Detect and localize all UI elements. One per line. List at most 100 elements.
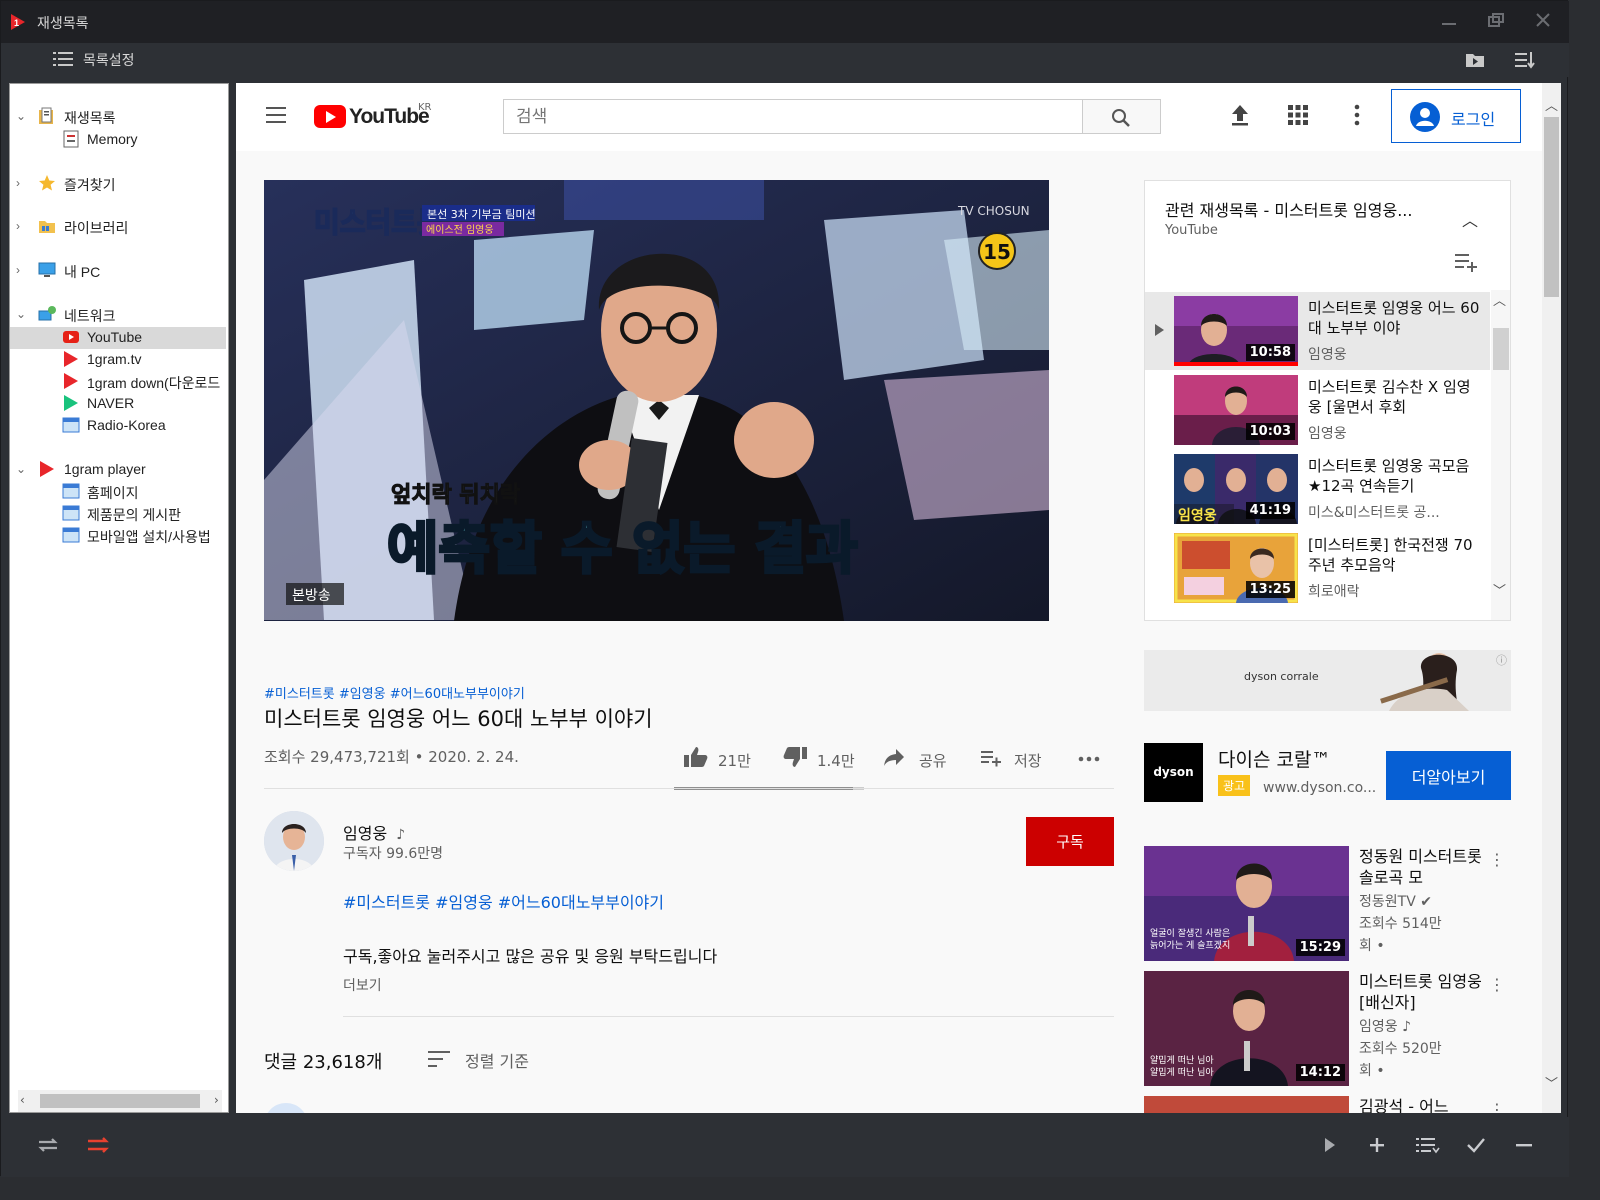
scroll-right-icon[interactable]: › [214, 1093, 219, 1107]
ad-row[interactable]: dyson 다이슨 코랄™ 광고 www.dyson.co... 더알아보기 [1144, 743, 1511, 803]
sidebar-horizontal-scrollbar[interactable]: ‹ › [18, 1090, 222, 1112]
tree-item-naver[interactable]: NAVER [10, 393, 228, 415]
playlist-item[interactable]: 10:03 미스터트롯 김수찬 X 임영웅 [울면서 후회 임영웅 [1145, 371, 1490, 449]
tree-item-favorites[interactable]: › 즐겨찾기 [10, 173, 228, 195]
tree-item-youtube[interactable]: YouTube [10, 327, 226, 349]
tree-item-library[interactable]: › 라이브러리 [10, 216, 228, 238]
search-field[interactable] [503, 99, 1083, 134]
scrollbar-thumb[interactable] [1493, 328, 1509, 370]
scroll-down-icon[interactable]: ﹀ [1493, 580, 1506, 599]
playlist-menu-icon[interactable] [1414, 1133, 1440, 1157]
login-button[interactable]: 로그인 [1391, 89, 1521, 143]
tree-item-my-pc[interactable]: › 내 PC [10, 260, 228, 282]
restore-button[interactable] [1482, 9, 1510, 35]
apps-grid-icon[interactable] [1284, 101, 1312, 129]
web-icon [62, 505, 80, 521]
tree-item-radio-korea[interactable]: Radio-Korea [10, 415, 228, 437]
youtube-header: YouTube KR 로그인 [236, 83, 1542, 151]
search-input[interactable] [504, 100, 1074, 133]
scroll-up-icon[interactable]: ︿ [1493, 290, 1506, 309]
chevron-right-icon[interactable]: › [16, 219, 28, 233]
more-vert-icon[interactable]: ⋮ [1489, 975, 1505, 995]
chevron-down-icon[interactable]: ⌄ [16, 307, 28, 321]
playlist-item[interactable]: 임영웅 41:19 미스터트롯 임영웅 곡모음 ★12곡 연속듣기 미스&미스터… [1145, 450, 1490, 528]
chevron-right-icon[interactable]: › [16, 176, 28, 190]
svg-text:얄밉게 떠난 님아: 얄밉게 떠난 님아 [1150, 1054, 1214, 1066]
tree-item-homepage[interactable]: 홈페이지 [10, 481, 228, 503]
tree-item-network[interactable]: ⌄ 네트워크 [10, 304, 228, 326]
thumbs-up-icon [684, 747, 708, 767]
related-video[interactable]: 얄밉게 떠난 님아 얄밉게 떠난 님아 14:12 미스터트롯 임영웅 [배신자]… [1144, 971, 1514, 1087]
learn-more-button[interactable]: 더알아보기 [1386, 751, 1511, 800]
video-badge-line2: 에이스전 임영웅 [426, 223, 494, 236]
scroll-up-icon[interactable]: ︿ [1545, 95, 1558, 114]
tree-item-1gram-tv[interactable]: 1gram.tv [10, 349, 228, 371]
page-scrollbar[interactable]: ︿ ﹀ [1542, 83, 1561, 1113]
list-settings-button[interactable]: 목록설정 [83, 50, 135, 70]
related-views: 조회수 520만 [1359, 1041, 1442, 1057]
more-actions-button[interactable] [1076, 745, 1106, 773]
account-icon [1410, 102, 1440, 132]
channel-name[interactable]: 임영웅 [343, 824, 387, 843]
more-vert-icon[interactable] [1343, 101, 1371, 129]
more-vert-icon[interactable]: ⋮ [1489, 850, 1505, 870]
playlist-item[interactable]: 13:25 [미스터트롯] 한국전쟁 70주년 추모음악 희로애락 [1145, 529, 1490, 607]
video-hashtags[interactable]: #미스터트롯 #임영웅 #어느60대노부부이야기 [264, 683, 525, 702]
chevron-down-icon[interactable]: ⌄ [16, 462, 28, 476]
scrollbar-thumb[interactable] [40, 1094, 200, 1108]
description-hashtags[interactable]: #미스터트롯 #임영웅 #어느60대노부부이야기 [343, 889, 664, 913]
related-video[interactable]: 김광석 - 어느 ⋮ [1144, 1096, 1514, 1113]
video-meta: 조회수 29,473,721회 • 2020. 2. 24. [264, 748, 519, 766]
chevron-down-icon[interactable]: ⌄ [16, 109, 28, 123]
toolbar: 목록설정 [1, 43, 1569, 77]
minimize-button[interactable] [1435, 9, 1463, 35]
tree-item-1gram-player[interactable]: ⌄ 1gram player [10, 459, 228, 481]
tree-item-playlist[interactable]: ⌄ 재생목록 [10, 106, 228, 128]
check-icon[interactable] [1463, 1133, 1489, 1157]
list-settings-icon[interactable] [53, 50, 73, 68]
add-icon[interactable] [1364, 1133, 1390, 1157]
channel-avatar[interactable] [264, 811, 324, 871]
playlist-scrollbar[interactable]: ︿ ﹀ [1491, 290, 1510, 620]
upload-icon[interactable] [1226, 101, 1254, 129]
save-button[interactable]: 저장 [979, 745, 1059, 773]
show-more-link[interactable]: 더보기 [343, 975, 382, 995]
playlist-item[interactable]: 10:58 미스터트롯 임영웅 어느 60대 노부부 이야 임영웅 [1145, 292, 1490, 370]
ad-info-icon[interactable]: ⓘ [1496, 652, 1507, 668]
repeat-icon[interactable] [35, 1133, 61, 1157]
play-icon[interactable] [1316, 1133, 1342, 1157]
playlist-add-icon[interactable] [1453, 251, 1479, 273]
related-video[interactable]: 얼굴이 잘생긴 사람은 늙어가는 게 슬프겠지 15:29 정동원 미스터트롯 솔… [1144, 846, 1514, 962]
tree-item-mobile-app[interactable]: 모바일앱 설치/사용법 [10, 525, 228, 547]
menu-icon[interactable] [266, 107, 286, 123]
tree-item-1gram-down[interactable]: 1gram down(다운로드 [10, 371, 228, 393]
tree-item-product-board[interactable]: 제품문의 게시판 [10, 503, 228, 525]
tree-item-label: 네트워크 [64, 308, 116, 324]
related-channel[interactable]: 임영웅 ♪ [1359, 1016, 1411, 1036]
share-button[interactable]: 공유 [882, 745, 962, 773]
search-button[interactable] [1082, 99, 1161, 134]
scroll-left-icon[interactable]: ‹ [20, 1093, 25, 1107]
related-channel[interactable]: 정동원TV ✔ [1359, 891, 1432, 911]
scrollbar-thumb[interactable] [1544, 117, 1559, 297]
folder-open-icon[interactable] [1464, 49, 1486, 71]
minimize-icon [1442, 23, 1456, 25]
related-thumbnail [1144, 1096, 1349, 1113]
video-player[interactable]: 미스터트롯 본선 3차 기부금 팀미션 에이스전 임영웅 TV CHOSUN 1… [264, 180, 1049, 621]
close-button[interactable] [1529, 9, 1557, 35]
channel-name-row[interactable]: 임영웅 ♪ [343, 820, 405, 844]
region-label: KR [418, 102, 432, 113]
ad-banner[interactable]: dyson corrale ⓘ [1144, 650, 1511, 711]
chevron-up-icon[interactable]: ︿ [1462, 207, 1478, 231]
remove-icon[interactable] [1511, 1133, 1537, 1157]
shuffle-icon[interactable] [85, 1133, 111, 1157]
subscribe-button[interactable]: 구독 [1026, 817, 1114, 866]
scroll-down-icon[interactable]: ﹀ [1545, 1073, 1558, 1092]
tree-item-memory[interactable]: Memory [10, 129, 228, 151]
more-vert-icon[interactable]: ⋮ [1489, 1100, 1505, 1113]
like-button[interactable]: 21만 [683, 745, 763, 773]
chevron-right-icon[interactable]: › [16, 263, 28, 277]
sort-list-icon[interactable] [1513, 49, 1535, 71]
playlist-title[interactable]: 관련 재생목록 - 미스터트롯 임영웅... [1165, 197, 1412, 221]
dislike-button[interactable]: 1.4만 [782, 745, 872, 773]
